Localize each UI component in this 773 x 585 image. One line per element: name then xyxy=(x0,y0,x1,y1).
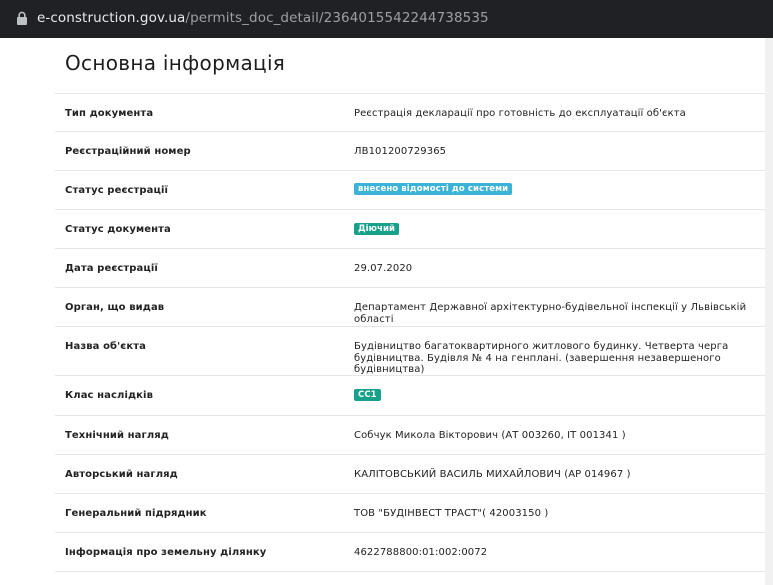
table-row: Дата реєстрації 29.07.2020 xyxy=(55,249,773,288)
status-badge: Діючий xyxy=(354,223,400,235)
table-row: Тип документа Реєстрація декларації про … xyxy=(55,94,773,132)
info-table: Тип документа Реєстрація декларації про … xyxy=(55,93,773,572)
row-value: Будівництво багатоквартирного житлового … xyxy=(354,341,729,375)
row-value: ЛВ101200729365 xyxy=(354,146,447,157)
row-label: Авторський нагляд xyxy=(65,469,178,480)
page-title: Основна інформація xyxy=(65,51,286,75)
table-row: Клас наслідків СС1 xyxy=(55,376,773,416)
row-value: Реєстрація декларації про готовність до … xyxy=(354,108,686,119)
row-label: Орган, що видав xyxy=(65,302,165,313)
browser-address-bar[interactable]: e-construction.gov.ua/permits_doc_detail… xyxy=(0,0,773,38)
row-value: 4622788800:01:002:0072 xyxy=(354,547,488,558)
row-value: 29.07.2020 xyxy=(354,263,413,274)
class-badge: СС1 xyxy=(354,389,381,401)
url-path: /permits_doc_detail/2364015542244738535 xyxy=(185,10,489,26)
table-row: Генеральний підрядник ТОВ "БУДІНВЕСТ ТРА… xyxy=(55,494,773,533)
row-label: Статус реєстрації xyxy=(65,185,169,196)
row-value: КАЛІТОВСЬКИЙ ВАСИЛЬ МИХАЙЛОВИЧ (АР 01496… xyxy=(354,469,631,480)
row-value: Департамент Державної архітектурно-будів… xyxy=(354,302,747,325)
row-value: СС1 xyxy=(354,389,764,401)
row-label: Статус документа xyxy=(65,224,171,235)
row-label: Дата реєстрації xyxy=(65,263,158,274)
row-value: Собчук Микола Вікторович (АТ 003260, ІТ … xyxy=(354,430,626,441)
url-text[interactable]: e-construction.gov.ua/permits_doc_detail… xyxy=(37,10,489,26)
table-row: Статус реєстрації внесено відомості до с… xyxy=(55,171,773,210)
row-label: Назва об'єкта xyxy=(65,341,146,352)
status-badge: внесено відомості до системи xyxy=(354,183,513,195)
main-content: Основна інформація Тип документа Реєстра… xyxy=(0,38,773,585)
row-label: Технічний нагляд xyxy=(65,430,169,441)
row-label: Клас наслідків xyxy=(65,390,154,401)
row-value: внесено відомості до системи xyxy=(354,183,764,195)
row-label: Інформація про земельну ділянку xyxy=(65,547,267,558)
row-label: Генеральний підрядник xyxy=(65,508,207,519)
url-host: e-construction.gov.ua xyxy=(37,10,186,26)
row-value: Діючий xyxy=(354,223,764,235)
row-label: Реєстраційний номер xyxy=(65,146,191,157)
row-label: Тип документа xyxy=(65,108,154,119)
table-row: Статус документа Діючий xyxy=(55,210,773,249)
table-row: Реєстраційний номер ЛВ101200729365 xyxy=(55,132,773,171)
table-row: Назва об'єкта Будівництво багатоквартирн… xyxy=(55,327,773,376)
row-value: ТОВ "БУДІНВЕСТ ТРАСТ"( 42003150 ) xyxy=(354,508,549,519)
table-row: Орган, що видав Департамент Державної ар… xyxy=(55,288,773,327)
table-row: Авторський нагляд КАЛІТОВСЬКИЙ ВАСИЛЬ МИ… xyxy=(55,455,773,494)
table-row: Технічний нагляд Собчук Микола Вікторови… xyxy=(55,416,773,455)
table-row: Інформація про земельну ділянку 46227888… xyxy=(55,533,773,572)
lock-icon xyxy=(17,11,27,25)
scrollbar[interactable] xyxy=(765,38,773,585)
